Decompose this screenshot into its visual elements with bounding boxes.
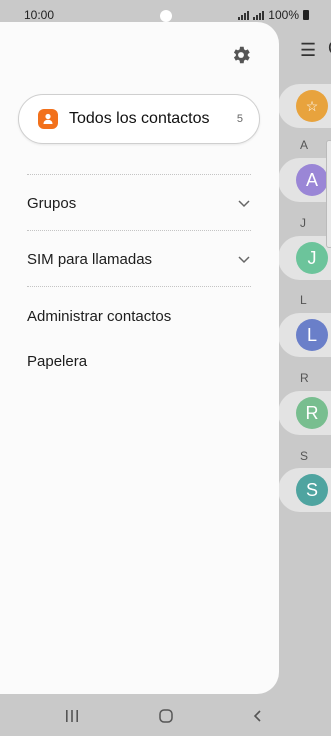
contacts-list-background: ☰ C ☆ A A J J L L R R S S: [278, 30, 331, 696]
section-letter: R: [300, 371, 309, 385]
menu-icon[interactable]: ☰: [300, 40, 316, 61]
contact-item[interactable]: J: [278, 236, 331, 280]
recent-apps-button[interactable]: [60, 704, 84, 728]
back-button[interactable]: [246, 704, 270, 728]
all-contacts-button[interactable]: Todos los contactos 5: [18, 94, 260, 144]
contact-item[interactable]: A: [278, 158, 331, 202]
star-icon: ☆: [296, 90, 328, 122]
camera-cutout: [160, 10, 172, 22]
all-contacts-count: 5: [236, 113, 243, 125]
signal-icon: [238, 10, 250, 20]
battery-icon: [303, 10, 309, 20]
back-icon: [253, 710, 261, 722]
menu-item-label: Papelera: [27, 353, 88, 370]
status-icons: 100%: [238, 8, 309, 22]
menu-item-manage-contacts[interactable]: Administrar contactos: [27, 301, 251, 331]
divider: [27, 286, 251, 287]
system-nav-bar: [0, 696, 331, 736]
section-letter: A: [300, 138, 309, 152]
favorites-item[interactable]: ☆: [278, 84, 331, 128]
recent-apps-icon: [66, 710, 78, 722]
chevron-down-icon: [238, 256, 250, 264]
home-button[interactable]: [154, 704, 178, 728]
contact-item[interactable]: L: [278, 313, 331, 357]
chevron-down-icon: [238, 200, 250, 208]
avatar: R: [296, 397, 328, 429]
section-letter: S: [300, 449, 309, 463]
avatar: J: [296, 242, 328, 274]
menu-item-label: SIM para llamadas: [27, 251, 153, 268]
navigation-drawer: Todos los contactos 5 Grupos SIM para ll…: [0, 22, 279, 694]
contact-item[interactable]: R: [278, 391, 331, 435]
contact-item[interactable]: S: [278, 468, 331, 512]
signal-icon-2: [253, 10, 265, 20]
avatar: L: [296, 319, 328, 351]
menu-item-label: Administrar contactos: [27, 308, 172, 325]
menu-item-label: Grupos: [27, 195, 77, 212]
menu-item-trash[interactable]: Papelera: [27, 346, 251, 376]
contact-icon: [38, 109, 58, 129]
battery-percent: 100%: [268, 8, 299, 22]
divider: [27, 174, 251, 175]
avatar: A: [296, 164, 328, 196]
gear-icon[interactable]: [230, 44, 252, 66]
menu-item-sim-calls[interactable]: SIM para llamadas: [27, 244, 251, 274]
all-contacts-label: Todos los contactos: [69, 110, 210, 127]
menu-item-groups[interactable]: Grupos: [27, 188, 251, 218]
section-letter: L: [300, 293, 307, 307]
status-time: 10:00: [24, 8, 55, 22]
section-letter: J: [300, 216, 306, 230]
home-icon: [159, 709, 173, 723]
scrollbar[interactable]: [326, 140, 331, 248]
divider: [27, 230, 251, 231]
avatar: S: [296, 474, 328, 506]
